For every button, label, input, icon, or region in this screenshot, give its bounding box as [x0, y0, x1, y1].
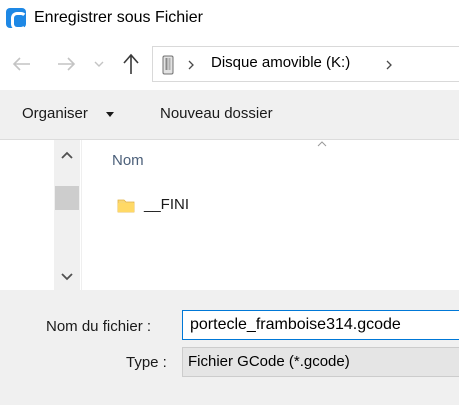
navigation-pane: [0, 140, 82, 290]
file-type-label: Type :: [126, 354, 167, 371]
chevron-down-icon: [94, 61, 104, 67]
forward-button[interactable]: [52, 50, 80, 78]
save-form: Nom du fichier : Type : Fichier GCode (*…: [0, 290, 459, 405]
sort-ascending-icon: [317, 141, 327, 147]
folder-icon: [117, 199, 135, 213]
file-type-value: Fichier GCode (*.gcode): [188, 353, 350, 370]
window-title: Enregistrer sous Fichier: [34, 9, 203, 26]
scroll-down-button[interactable]: [54, 266, 80, 288]
navigation-bar: Disque amovible (K:): [0, 38, 459, 90]
title-bar: Enregistrer sous Fichier: [0, 0, 459, 38]
column-header-name[interactable]: Nom: [112, 152, 144, 169]
back-button[interactable]: [8, 50, 36, 78]
chevron-down-icon: [61, 273, 73, 281]
recent-locations-button[interactable]: [89, 50, 109, 78]
file-list: Nom __FINI: [83, 140, 459, 290]
file-type-select[interactable]: Fichier GCode (*.gcode): [182, 347, 459, 377]
new-folder-button[interactable]: Nouveau dossier: [160, 105, 273, 122]
breadcrumb-chevron-icon[interactable]: [185, 55, 197, 75]
list-item[interactable]: __FINI: [111, 194, 311, 220]
filename-label: Nom du fichier :: [46, 318, 152, 335]
usb-drive-icon: [162, 55, 174, 75]
filename-field[interactable]: [182, 310, 459, 340]
arrow-right-icon: [58, 57, 76, 71]
scroll-up-button[interactable]: [54, 144, 80, 166]
arrow-up-icon: [123, 53, 139, 74]
app-logo-icon: [6, 8, 27, 30]
navigation-scrollbar[interactable]: [54, 140, 80, 290]
caret-down-icon: [106, 112, 114, 117]
arrow-left-icon: [12, 57, 30, 71]
organise-button[interactable]: Organiser: [22, 105, 88, 122]
command-bar: Organiser Nouveau dossier: [0, 90, 459, 140]
scroll-thumb[interactable]: [55, 186, 79, 210]
address-bar[interactable]: Disque amovible (K:): [152, 46, 459, 82]
up-button[interactable]: [117, 50, 145, 78]
chevron-up-icon: [61, 151, 73, 159]
breadcrumb-chevron-icon[interactable]: [383, 55, 395, 75]
breadcrumb-location[interactable]: Disque amovible (K:): [211, 54, 350, 71]
file-name: __FINI: [144, 196, 190, 213]
